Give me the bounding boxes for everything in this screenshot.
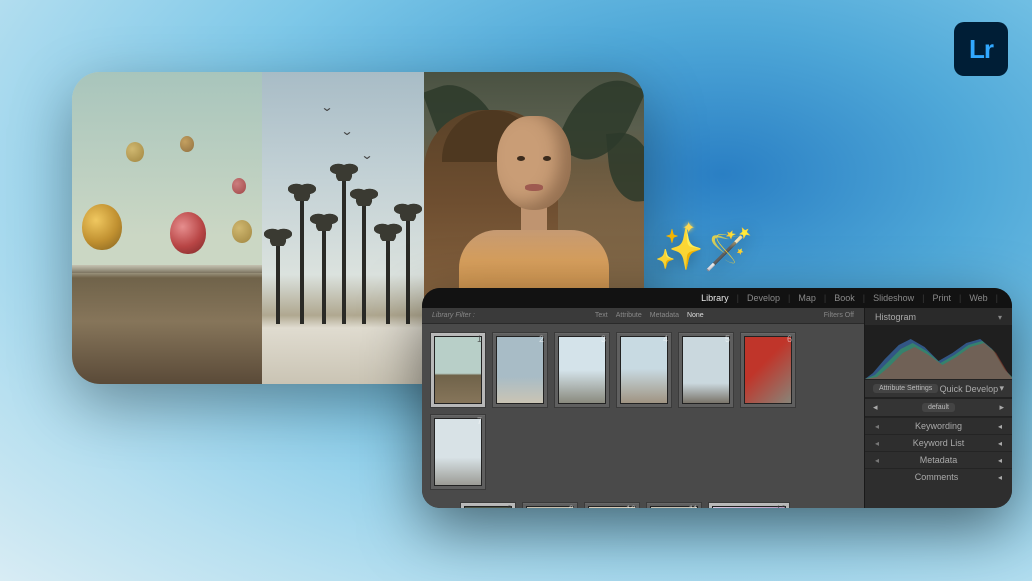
quick-develop-settings-pill[interactable]: Attribute Settings [873,384,938,393]
quick-develop-header[interactable]: Attribute Settings Quick Develop ▾ [865,379,1012,398]
thumbnail-grid[interactable]: 1 2 3 4 5 [422,324,864,508]
quick-develop-preset-row[interactable]: ◂ default ▸ [865,398,1012,417]
thumbnail[interactable]: 5 [678,332,734,408]
sparkle-icon: ✦ [682,218,695,238]
chevron-down-icon: ▾ [999,383,1004,394]
thumbnail[interactable]: 2 [492,332,548,408]
thumbnail[interactable]: 8 [460,502,516,508]
module-develop[interactable]: Develop [745,293,782,303]
module-book[interactable]: Book [832,293,857,303]
lightroom-window: Library | Develop | Map | Book | Slidesh… [422,288,1012,508]
lightroom-logo: Lr [954,22,1008,76]
filter-preset-dropdown[interactable]: Filters Off [824,312,854,319]
keywording-panel-header[interactable]: ◂ Keywording ◂ [865,417,1012,434]
lightroom-logo-text: Lr [969,34,993,65]
thumbnail[interactable]: 9 [522,502,578,508]
histogram [865,325,1012,379]
thumbnail[interactable]: 12 [708,502,790,508]
library-filter-bar: Library Filter : Text Attribute Metadata… [422,308,864,324]
chevron-left-icon: ◂ [998,422,1002,431]
module-picker: Library | Develop | Map | Book | Slidesh… [422,288,1012,308]
library-filter-label: Library Filter : [432,312,475,319]
histogram-panel-header[interactable]: Histogram ▾ [865,308,1012,325]
chevron-down-icon: ▾ [998,313,1002,322]
module-print[interactable]: Print [930,293,953,303]
comments-panel-header[interactable]: Comments ◂ [865,468,1012,485]
module-map[interactable]: Map [796,293,818,303]
hero-photo-palms: ⌄⌄⌄ [262,72,424,384]
chevron-left-icon: ◂ [998,456,1002,465]
thumbnail[interactable]: 10 [584,502,640,508]
filter-tab-attribute[interactable]: Attribute [616,312,642,319]
metadata-panel-header[interactable]: ◂ Metadata ◂ [865,451,1012,468]
filter-tab-metadata[interactable]: Metadata [650,312,679,319]
keyword-list-panel-header[interactable]: ◂ Keyword List ◂ [865,434,1012,451]
filter-tab-none[interactable]: None [687,312,704,319]
chevron-left-icon: ◂ [998,439,1002,448]
magic-wand-icon: ✨🪄 [654,226,754,273]
chevron-left-icon: ◂ [998,473,1002,482]
thumbnail[interactable]: 11 [646,502,702,508]
module-slideshow[interactable]: Slideshow [871,293,916,303]
thumbnail[interactable]: 4 [616,332,672,408]
thumbnail[interactable]: 7 [430,414,486,490]
module-library[interactable]: Library [699,293,731,303]
quick-develop-preset-pill[interactable]: default [922,403,955,412]
right-panel-group: Histogram ▾ Attribute Settings Quick Dev… [864,308,1012,508]
thumbnail[interactable]: 6 [740,332,796,408]
module-web[interactable]: Web [967,293,989,303]
thumbnail[interactable]: 3 [554,332,610,408]
thumbnail[interactable]: 1 [430,332,486,408]
hero-photo-balloons [72,72,262,384]
filter-tab-text[interactable]: Text [595,312,608,319]
